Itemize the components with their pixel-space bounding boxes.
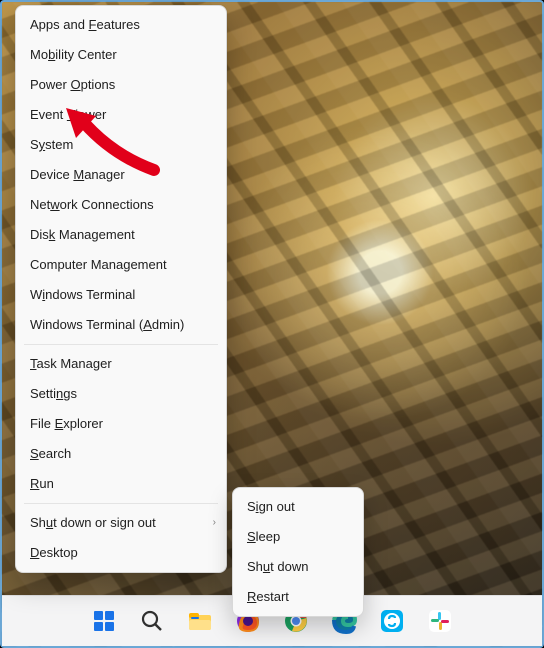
menu-item-label: Desktop — [30, 545, 78, 560]
menu-item-run[interactable]: Run — [16, 469, 226, 499]
menu-item-network-connections[interactable]: Network Connections — [16, 190, 226, 220]
start-icon — [91, 608, 117, 634]
menu-item-label: Shut down or sign out — [30, 515, 156, 530]
shutdown-submenu: Sign outSleepShut downRestart — [232, 487, 364, 617]
menu-item-label: Search — [30, 446, 71, 461]
menu-item-label: Settings — [30, 386, 77, 401]
menu-item-label: Windows Terminal (Admin) — [30, 317, 184, 332]
skype-icon — [379, 608, 405, 634]
menu-separator — [24, 503, 218, 504]
taskbar-skype-button[interactable] — [374, 603, 410, 639]
menu-item-label: Power Options — [30, 77, 115, 92]
menu-item-label: Run — [30, 476, 54, 491]
menu-item-mobility-center[interactable]: Mobility Center — [16, 40, 226, 70]
menu-item-windows-terminal-admin[interactable]: Windows Terminal (Admin) — [16, 310, 226, 340]
menu-item-label: Apps and Features — [30, 17, 140, 32]
taskbar-start-button[interactable] — [86, 603, 122, 639]
menu-item-label: Event Viewer — [30, 107, 106, 122]
submenu-item-sleep[interactable]: Sleep — [233, 522, 363, 552]
menu-item-event-viewer[interactable]: Event Viewer — [16, 100, 226, 130]
menu-item-power-options[interactable]: Power Options — [16, 70, 226, 100]
menu-item-windows-terminal[interactable]: Windows Terminal — [16, 280, 226, 310]
menu-item-task-manager[interactable]: Task Manager — [16, 349, 226, 379]
menu-item-device-manager[interactable]: Device Manager — [16, 160, 226, 190]
menu-item-shut-down-or-sign-out[interactable]: Shut down or sign out › — [16, 508, 226, 538]
menu-item-settings[interactable]: Settings — [16, 379, 226, 409]
menu-item-desktop[interactable]: Desktop — [16, 538, 226, 568]
menu-item-label: Device Manager — [30, 167, 125, 182]
menu-item-search[interactable]: Search — [16, 439, 226, 469]
search-icon — [139, 608, 165, 634]
menu-item-apps-and-features[interactable]: Apps and Features — [16, 10, 226, 40]
chevron-right-icon: › — [213, 515, 216, 531]
menu-separator — [24, 344, 218, 345]
menu-item-disk-management[interactable]: Disk Management — [16, 220, 226, 250]
slack-icon — [427, 608, 453, 634]
menu-item-label: Network Connections — [30, 197, 154, 212]
menu-item-computer-management[interactable]: Computer Management — [16, 250, 226, 280]
taskbar-file-explorer-button[interactable] — [182, 603, 218, 639]
menu-item-label: File Explorer — [30, 416, 103, 431]
menu-item-label: Mobility Center — [30, 47, 117, 62]
menu-item-file-explorer[interactable]: File Explorer — [16, 409, 226, 439]
taskbar-search-button[interactable] — [134, 603, 170, 639]
submenu-item-restart[interactable]: Restart — [233, 582, 363, 612]
menu-item-system[interactable]: System — [16, 130, 226, 160]
menu-item-label: Disk Management — [30, 227, 135, 242]
file-explorer-icon — [187, 608, 213, 634]
winx-context-menu: Apps and Features Mobility Center Power Op… — [15, 5, 227, 573]
submenu-item-shut-down[interactable]: Shut down — [233, 552, 363, 582]
menu-item-label: System — [30, 137, 73, 152]
submenu-item-sign-out[interactable]: Sign out — [233, 492, 363, 522]
menu-item-label: Task Manager — [30, 356, 112, 371]
menu-item-label: Computer Management — [30, 257, 167, 272]
desktop: Apps and Features Mobility Center Power Op… — [0, 0, 544, 648]
menu-item-label: Windows Terminal — [30, 287, 135, 302]
taskbar-slack-button[interactable] — [422, 603, 458, 639]
